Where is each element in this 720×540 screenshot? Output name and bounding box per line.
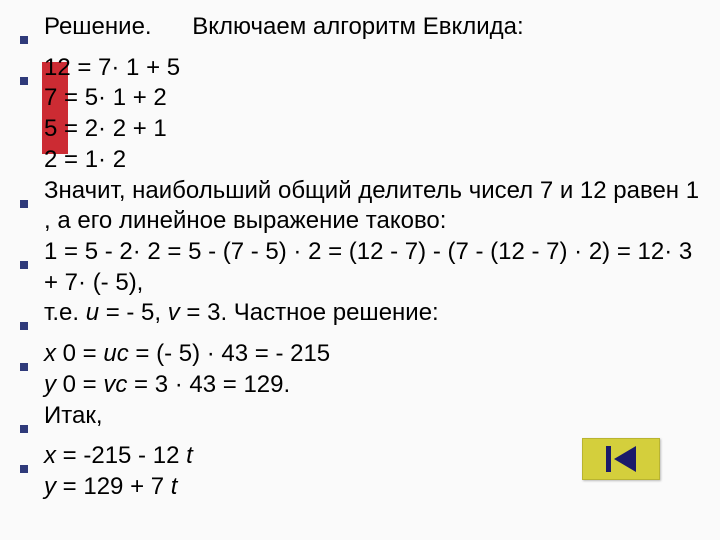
list-item-text: Итак, xyxy=(44,401,710,432)
equation-line: 12 = 7· 1 + 5 xyxy=(44,53,710,84)
list-item-text: x = -215 - 12 ty = 129 + 7 t xyxy=(44,441,710,502)
lead-word: Решение. xyxy=(44,12,152,43)
list-item: Значит, наибольший общий делитель чисел … xyxy=(10,176,710,237)
tail-text: Включаем алгоритм Евклида: xyxy=(192,13,523,40)
list-item-text: Значит, наибольший общий делитель чисел … xyxy=(44,176,710,237)
bullet-icon xyxy=(10,12,44,53)
list-item: x 0 = uc = (- 5) · 43 = - 215y 0 = vc = … xyxy=(10,339,710,400)
list-item: x = -215 - 12 ty = 129 + 7 t xyxy=(10,441,710,502)
list-item: Итак, xyxy=(10,401,710,442)
bullet-icon xyxy=(10,441,44,482)
equation-line: 5 = 2· 2 + 1 xyxy=(44,114,710,145)
bullet-icon xyxy=(10,237,44,278)
list-item-text: т.е. u = - 5, v = 3. Частное решение: xyxy=(44,298,710,329)
list-item-text: 12 = 7· 1 + 5 7 = 5· 1 + 2 5 = 2· 2 + 1 … xyxy=(44,53,710,176)
bullet-list: Решение. Включаем алгоритм Евклида: 12 =… xyxy=(10,12,710,503)
list-item-text: 1 = 5 - 2· 2 = 5 - (7 - 5) · 2 = (12 - 7… xyxy=(44,237,710,298)
bullet-icon xyxy=(10,298,44,339)
list-item: 12 = 7· 1 + 5 7 = 5· 1 + 2 5 = 2· 2 + 1 … xyxy=(10,53,710,176)
list-item: 1 = 5 - 2· 2 = 5 - (7 - 5) · 2 = (12 - 7… xyxy=(10,237,710,298)
list-item-text: Решение. Включаем алгоритм Евклида: xyxy=(44,12,710,43)
list-item: Решение. Включаем алгоритм Евклида: xyxy=(10,12,710,53)
equation-line: 7 = 5· 1 + 2 xyxy=(44,83,710,114)
bullet-icon xyxy=(10,53,44,94)
equation-line: 2 = 1· 2 xyxy=(44,145,710,176)
bullet-icon xyxy=(10,176,44,217)
list-item: т.е. u = - 5, v = 3. Частное решение: xyxy=(10,298,710,339)
list-item-text: x 0 = uc = (- 5) · 43 = - 215y 0 = vc = … xyxy=(44,339,710,400)
bullet-icon xyxy=(10,401,44,442)
bullet-icon xyxy=(10,339,44,380)
